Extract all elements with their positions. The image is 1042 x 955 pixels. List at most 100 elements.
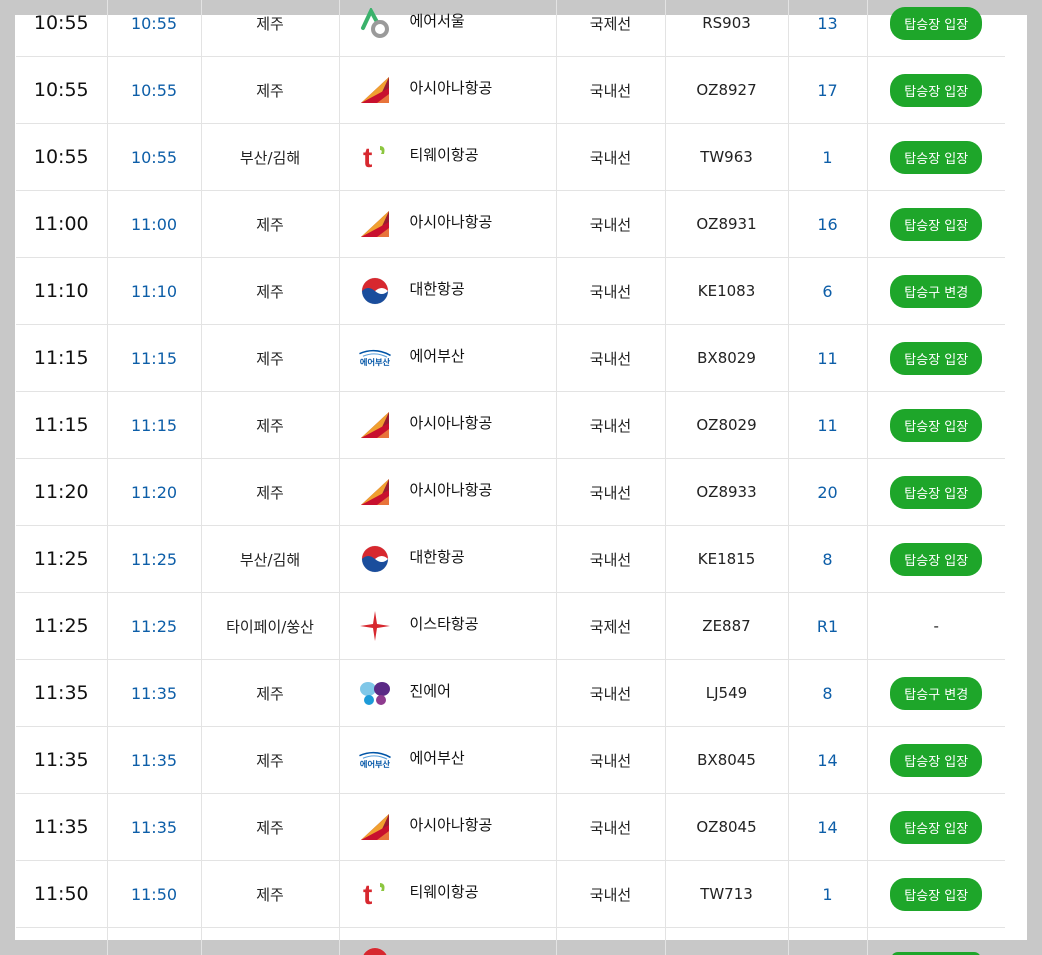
table-row: 11:50 11:50 제주 t 티웨이항공 국내선 TW713 1 탑승장 입장 [16, 860, 1005, 928]
flight-number[interactable]: TW963 [665, 123, 789, 191]
gate-number[interactable]: 6 [788, 257, 868, 325]
status-cell: 탑승장 입장 [867, 860, 1005, 928]
table-row: 11:35 11:35 제주 아시아나항공 국내선 OZ8045 14 탑승장 입장 [16, 793, 1005, 861]
departures-table-viewport[interactable]: 10:55 10:55 제주 에어서울 국제선 RS903 13 탑승장 입장 10:55 10:… [16, 0, 1005, 955]
gate-number[interactable]: 14 [788, 726, 868, 794]
table-row: 10:55 10:55 제주 아시아나항공 국내선 OZ8927 17 탑승장 입장 [16, 56, 1005, 124]
destination: 제주 [201, 860, 340, 928]
airbusan-logo-text: 에어부산 [359, 357, 390, 367]
estimated-time [107, 927, 202, 955]
destination: 제주 [201, 0, 340, 57]
gate-number[interactable]: 11 [788, 324, 868, 392]
scheduled-time: 11:15 [16, 324, 108, 392]
scheduled-time: 11:20 [16, 458, 108, 526]
flight-number[interactable] [665, 927, 789, 955]
scheduled-time: 11:35 [16, 793, 108, 861]
airline-name: 아시아나항공 [409, 815, 493, 834]
gate-number[interactable]: 13 [788, 0, 868, 57]
airline-cell: 이스타항공 [339, 592, 557, 660]
flight-number[interactable]: RS903 [665, 0, 789, 57]
koreanair-logo-icon [356, 947, 394, 955]
gate-number[interactable]: 8 [788, 525, 868, 593]
airline-cell: 아시아나항공 [339, 391, 557, 459]
airline-name: 아시아나항공 [409, 78, 493, 97]
airline-cell: 에어서울 [339, 0, 557, 57]
flight-number[interactable]: KE1083 [665, 257, 789, 325]
flight-number[interactable]: BX8029 [665, 324, 789, 392]
estimated-time: 11:35 [107, 659, 202, 727]
gate-number[interactable]: 20 [788, 458, 868, 526]
status-button[interactable]: 탑승장 입장 [890, 542, 983, 576]
gate-number[interactable]: 14 [788, 793, 868, 861]
status-cell: 탑승장 입장 [867, 726, 1005, 794]
gate-number[interactable]: 16 [788, 190, 868, 258]
airline-name: 티웨이항공 [409, 145, 479, 164]
gate-number[interactable]: 1 [788, 123, 868, 191]
table-row: 11:10 11:10 제주 대한항공 국내선 KE1083 6 탑승구 변경 [16, 257, 1005, 325]
flight-number[interactable]: OZ8029 [665, 391, 789, 459]
status-cell: 탑승장 입장 [867, 324, 1005, 392]
destination: 제주 [201, 793, 340, 861]
destination: 부산/김해 [201, 525, 340, 593]
flight-number[interactable]: OZ8933 [665, 458, 789, 526]
status-button[interactable]: 탑승장 입장 [890, 877, 983, 911]
jinair-logo-icon [356, 679, 394, 707]
table-row: 10:55 10:55 부산/김해 t 티웨이항공 국내선 TW963 1 탑승장 입장 [16, 123, 1005, 191]
destination: 제주 [201, 257, 340, 325]
asiana-logo-icon [356, 76, 394, 104]
flight-number[interactable]: BX8045 [665, 726, 789, 794]
status-cell: - [867, 592, 1005, 660]
status-button[interactable]: 탑승장 입장 [890, 743, 983, 777]
status-button[interactable]: 탑승장 입장 [890, 341, 983, 375]
gate-number[interactable]: R1 [788, 592, 868, 660]
scheduled-time: 11:10 [16, 257, 108, 325]
status-button[interactable]: 탑승구 변경 [890, 676, 983, 710]
estimated-time: 11:10 [107, 257, 202, 325]
airline-cell: t 티웨이항공 [339, 860, 557, 928]
scheduled-time [16, 927, 108, 955]
gate-number[interactable]: 17 [788, 56, 868, 124]
destination: 부산/김해 [201, 123, 340, 191]
destination: 제주 [201, 190, 340, 258]
flight-number[interactable]: OZ8931 [665, 190, 789, 258]
flight-number[interactable]: ZE887 [665, 592, 789, 660]
flight-number[interactable]: OZ8045 [665, 793, 789, 861]
svg-text:t: t [363, 142, 372, 172]
status-button[interactable]: 탑승장 입장 [890, 140, 983, 174]
airline-cell [339, 927, 557, 955]
airbusan-logo-text: 에어부산 [359, 759, 390, 769]
gate-number[interactable]: 1 [788, 860, 868, 928]
flight-number[interactable]: LJ549 [665, 659, 789, 727]
status-button[interactable]: 탑승장 입장 [890, 810, 983, 844]
flight-type: 국내선 [556, 56, 666, 124]
tway-logo-icon: t [356, 142, 394, 172]
status-button[interactable]: 탑승장 입장 [890, 73, 983, 107]
flight-number[interactable]: KE1815 [665, 525, 789, 593]
asiana-logo-icon [356, 478, 394, 506]
airline-name: 아시아나항공 [409, 212, 493, 231]
table-row: 11:20 11:20 제주 아시아나항공 국내선 OZ8933 20 탑승장 입장 [16, 458, 1005, 526]
gate-number[interactable] [788, 927, 868, 955]
status-button[interactable]: 탑승장 입장 [890, 207, 983, 241]
table-row: 11:15 11:15 제주 아시아나항공 국내선 OZ8029 11 탑승장 입장 [16, 391, 1005, 459]
status-button[interactable]: 탑승장 입장 [890, 6, 983, 40]
flight-type [556, 927, 666, 955]
table-row: 11:35 11:35 제주 에어부산 에어부산 국내선 BX8045 14 탑승장 입장 [16, 726, 1005, 794]
flight-type: 국내선 [556, 793, 666, 861]
estimated-time: 11:00 [107, 190, 202, 258]
status-button[interactable]: 탑승장 입장 [890, 408, 983, 442]
destination: 제주 [201, 458, 340, 526]
airline-name: 에어부산 [409, 346, 465, 365]
estimated-time: 11:35 [107, 726, 202, 794]
airline-name: 아시아나항공 [409, 413, 493, 432]
airline-name: 아시아나항공 [409, 480, 493, 499]
gate-number[interactable]: 11 [788, 391, 868, 459]
flight-number[interactable]: TW713 [665, 860, 789, 928]
gate-number[interactable]: 8 [788, 659, 868, 727]
status-button[interactable]: 탑승장 입장 [890, 475, 983, 509]
airline-cell: 대한항공 [339, 525, 557, 593]
status-button[interactable]: 탑승구 변경 [890, 274, 983, 308]
flight-type: 국내선 [556, 659, 666, 727]
estimated-time: 11:35 [107, 793, 202, 861]
flight-number[interactable]: OZ8927 [665, 56, 789, 124]
